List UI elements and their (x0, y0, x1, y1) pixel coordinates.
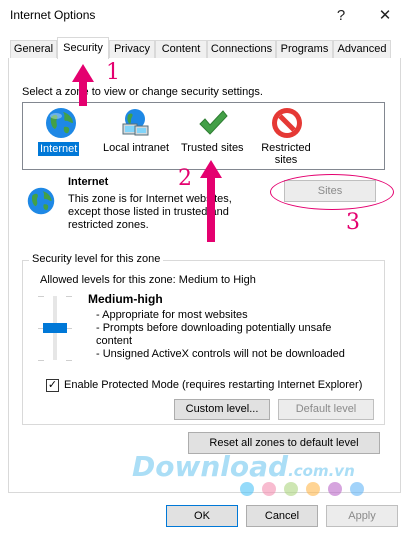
allowed-levels-text: Allowed levels for this zone: Medium to … (40, 274, 256, 286)
slider-tick (66, 360, 72, 361)
level-bullet-3: - Unsigned ActiveX controls will not be … (96, 348, 345, 360)
tab-programs[interactable]: Programs (276, 40, 333, 58)
slider-thumb[interactable] (43, 323, 67, 333)
help-button[interactable]: ? (326, 4, 356, 28)
slider-tick (38, 360, 44, 361)
watermark-dot (284, 482, 298, 496)
no-entry-icon (272, 108, 302, 138)
zone-title: Internet (68, 176, 109, 188)
zone-internet-label[interactable]: Internet (38, 142, 80, 156)
watermark-dots (240, 482, 380, 498)
zone-restricted-sites-label[interactable]: Restricted sites (258, 142, 314, 166)
checkmark-icon (199, 110, 228, 135)
zone-description: This zone is for Internet websites, exce… (68, 193, 232, 231)
zone-internet[interactable] (44, 106, 78, 143)
close-button[interactable]: ✕ (370, 4, 400, 28)
watermark-logo: Download.com.vn (132, 450, 355, 483)
watermark-dot (262, 482, 276, 496)
watermark-dot (306, 482, 320, 496)
protected-mode-label[interactable]: Enable Protected Mode (requires restarti… (64, 379, 362, 391)
slider-tick (66, 296, 72, 297)
tab-advanced[interactable]: Advanced (333, 40, 391, 58)
tab-connections[interactable]: Connections (207, 40, 276, 58)
slider-tick (38, 296, 44, 297)
protected-mode-checkbox[interactable]: ✓ (46, 379, 59, 392)
intranet-icon (122, 109, 149, 136)
zone-trusted-sites-label[interactable]: Trusted sites (181, 142, 244, 154)
annotation-number-3: 3 (346, 210, 360, 235)
globe-icon (27, 187, 55, 215)
security-level-slider[interactable] (38, 292, 74, 364)
watermark-dot (240, 482, 254, 496)
annotation-number-1: 1 (106, 60, 120, 85)
watermark-suffix: .com.vn (288, 462, 355, 480)
zone-local-intranet-label[interactable]: Local intranet (103, 142, 169, 154)
tab-privacy[interactable]: Privacy (109, 40, 155, 58)
checkmark-icon: ✓ (47, 379, 58, 391)
level-bullet-1: - Appropriate for most websites (96, 309, 248, 321)
default-level-button[interactable]: Default level (278, 399, 374, 420)
annotation-arrow-1-shaft (79, 80, 87, 106)
apply-button[interactable]: Apply (326, 505, 398, 527)
annotation-ellipse (270, 174, 394, 210)
tab-security[interactable]: Security (57, 37, 109, 59)
tab-general[interactable]: General (10, 40, 57, 58)
zone-local-intranet[interactable] (118, 106, 152, 143)
window-title: Internet Options (10, 8, 96, 22)
zone-globe-icon (26, 186, 56, 219)
cancel-button[interactable]: Cancel (246, 505, 318, 527)
ok-button[interactable]: OK (166, 505, 238, 527)
custom-level-button[interactable]: Custom level... (174, 399, 270, 420)
security-level-group-title: Security level for this zone (29, 253, 164, 265)
level-name: Medium-high (88, 292, 163, 306)
zone-restricted-sites[interactable] (270, 106, 304, 143)
annotation-number-2: 2 (178, 166, 192, 191)
globe-icon (46, 108, 76, 138)
watermark-dot (328, 482, 342, 496)
select-zone-text: Select a zone to view or change security… (22, 86, 263, 98)
level-bullet-2: - Prompts before downloading potentially… (96, 322, 332, 347)
watermark-dot (350, 482, 364, 496)
tab-content[interactable]: Content (155, 40, 207, 58)
zone-trusted-sites[interactable] (196, 106, 230, 143)
watermark-text: Download (132, 450, 289, 483)
annotation-arrow-2-shaft (207, 176, 215, 242)
